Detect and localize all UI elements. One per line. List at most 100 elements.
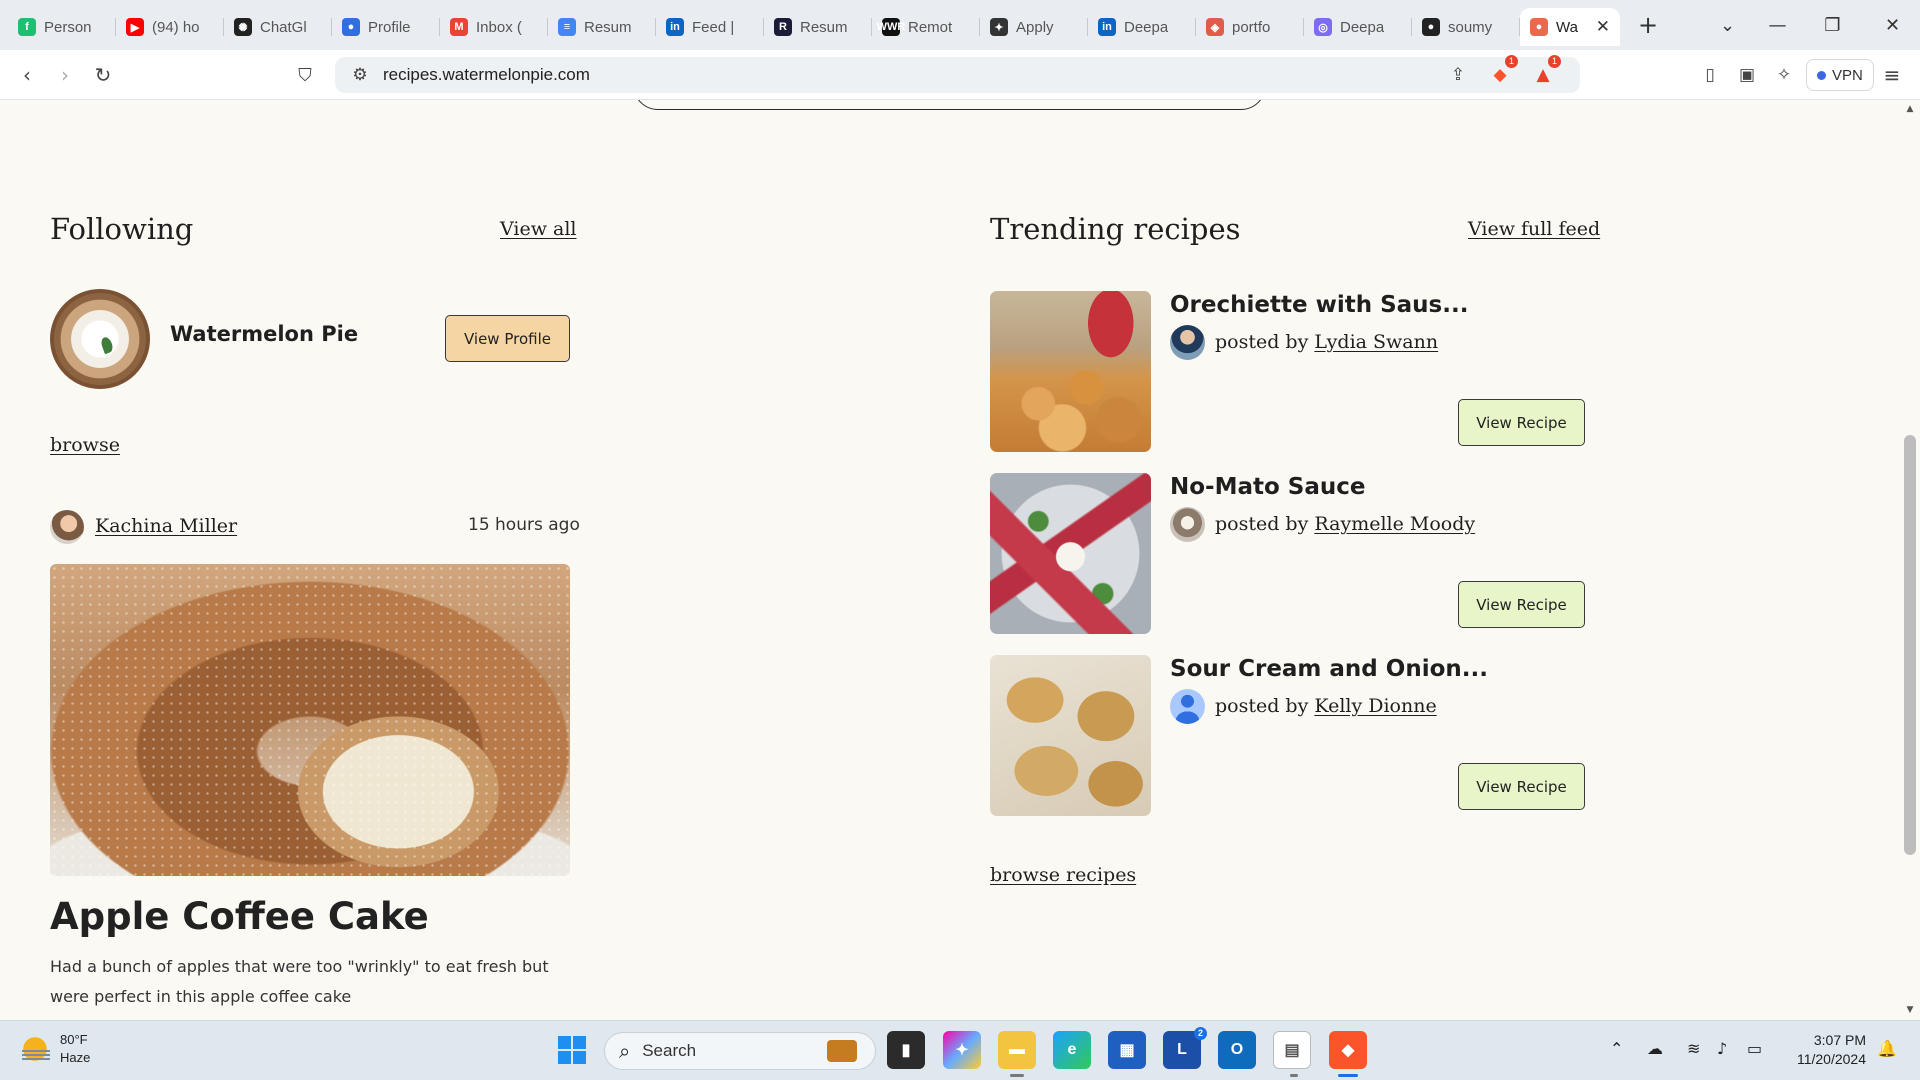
browser-tab[interactable]: ◎ Deepa [1304, 8, 1412, 46]
lens-app-icon[interactable]: L2 [1163, 1027, 1207, 1069]
wallet-icon[interactable]: ▣ [1732, 60, 1762, 90]
close-window-button[interactable]: ✕ [1865, 0, 1920, 50]
tab-title: Feed | [692, 18, 735, 36]
brave-shields-icon[interactable]: ◆ 1 [1485, 55, 1518, 90]
tab-search-chevron-icon[interactable]: ⌄ [1700, 0, 1755, 50]
view-profile-button[interactable]: View Profile [445, 315, 570, 362]
view-recipe-button[interactable]: View Recipe [1458, 763, 1585, 810]
windows-start-icon[interactable] [553, 1031, 591, 1069]
following-profile-name[interactable]: Watermelon Pie [170, 322, 358, 346]
browser-tab[interactable]: ▶ (94) ho [116, 8, 224, 46]
battery-icon[interactable]: ▭ [1747, 1039, 1762, 1058]
onedrive-icon[interactable]: ☁ [1647, 1039, 1663, 1058]
site-settings-icon[interactable]: ⚙ [345, 60, 375, 90]
tab-title: Resum [584, 18, 632, 36]
notepad-icon[interactable]: ▤ [1273, 1031, 1311, 1069]
recipe-author-link[interactable]: Kelly Dionne [1314, 695, 1436, 717]
browse-link[interactable]: browse [50, 434, 120, 456]
fiverr-icon: f [18, 18, 36, 36]
browser-tab[interactable]: M Inbox ( [440, 8, 548, 46]
brave-rewards-icon[interactable]: ▲ 1 [1528, 55, 1561, 90]
post-author-avatar[interactable] [50, 510, 84, 544]
url-text[interactable]: recipes.watermelonpie.com [383, 65, 590, 85]
view-full-feed-link[interactable]: View full feed [1468, 218, 1600, 240]
browse-recipes-link[interactable]: browse recipes [990, 864, 1136, 886]
recipe-title[interactable]: No-Mato Sauce [1170, 474, 1366, 500]
menu-icon[interactable]: ≡ [1877, 60, 1907, 90]
copilot-icon[interactable]: ✦ [943, 1031, 981, 1069]
notification-bell-icon[interactable]: 🔔 [1877, 1039, 1897, 1058]
system-clock[interactable]: 3:07 PM 11/20/2024 [1786, 1031, 1866, 1069]
recipe-thumbnail[interactable] [990, 291, 1151, 452]
trending-recipe-card: Sour Cream and Onion... posted by Kelly … [990, 655, 1590, 817]
browser-tab[interactable]: in Feed | [656, 8, 764, 46]
recipe-title[interactable]: Sour Cream and Onion... [1170, 656, 1488, 682]
recipe-thumbnail[interactable] [990, 473, 1151, 634]
close-tab-icon[interactable]: ✕ [1596, 17, 1610, 37]
scrollbar-thumb[interactable] [1904, 435, 1916, 855]
brave-browser-icon[interactable]: ◆ [1329, 1031, 1367, 1069]
back-icon[interactable]: ‹ [12, 60, 42, 90]
reload-icon[interactable]: ↻ [88, 60, 118, 90]
show-hidden-icons-chevron[interactable]: ⌃ [1610, 1039, 1623, 1058]
post-title[interactable]: Apple Coffee Cake [50, 895, 429, 938]
new-tab-button[interactable]: + [1630, 11, 1666, 39]
view-recipe-button[interactable]: View Recipe [1458, 399, 1585, 446]
browser-tab[interactable]: f Person [8, 8, 116, 46]
view-all-link[interactable]: View all [500, 218, 577, 240]
app-badge: 2 [1193, 1027, 1207, 1040]
wifi-icon[interactable]: ≋ [1687, 1039, 1700, 1058]
weather-text: 80°F Haze [60, 1031, 90, 1067]
outlook-icon[interactable]: O [1218, 1031, 1256, 1069]
browser-tab[interactable]: ● soumy [1412, 8, 1520, 46]
recipe-thumbnail[interactable] [990, 655, 1151, 816]
minimize-button[interactable]: — [1750, 0, 1805, 50]
watermelon-pie-avatar[interactable] [50, 289, 150, 389]
scroll-up-icon[interactable]: ▲ [1904, 104, 1916, 114]
recipe-author-avatar[interactable] [1170, 325, 1205, 360]
browser-tab[interactable]: ✺ ChatGl [224, 8, 332, 46]
forward-icon[interactable]: › [50, 60, 80, 90]
active-app-indicator [1338, 1074, 1358, 1077]
recipe-author-link[interactable]: Raymelle Moody [1314, 513, 1475, 535]
browser-tab[interactable]: R Resum [764, 8, 872, 46]
share-icon[interactable]: ⇪ [1443, 60, 1473, 90]
post-author-link[interactable]: Kachina Miller [95, 515, 237, 537]
running-indicator [1010, 1074, 1024, 1077]
recipe-author-link[interactable]: Lydia Swann [1314, 331, 1438, 353]
browser-tab[interactable]: ◈ portfo [1196, 8, 1304, 46]
recipe-author-avatar[interactable] [1170, 507, 1205, 542]
microsoft-store-icon[interactable]: ▦ [1108, 1031, 1146, 1069]
page-scrollbar[interactable]: ▲ ▼ [1900, 100, 1920, 1019]
recipe-byline: posted by Kelly Dionne [1215, 695, 1437, 717]
post-image[interactable] [50, 564, 570, 876]
browser-tab[interactable]: ● Profile [332, 8, 440, 46]
bookmark-icon[interactable]: ⛉ [290, 60, 320, 90]
address-bar[interactable]: ⚙ recipes.watermelonpie.com ⇪ ◆ 1 ▲ 1 [335, 55, 1580, 93]
browser-tab[interactable]: ✦ Apply [980, 8, 1088, 46]
remote-icon: WWR [877, 18, 905, 36]
recipe-title[interactable]: Orechiette with Saus... [1170, 292, 1468, 318]
volume-icon[interactable]: ♪ [1717, 1039, 1727, 1058]
task-view-icon[interactable]: ▮ [887, 1031, 925, 1069]
edge-icon[interactable]: e [1053, 1031, 1091, 1069]
mint-leaf-icon [99, 335, 115, 355]
leo-ai-icon[interactable]: ✧ [1769, 60, 1799, 90]
browser-tab-strip: f Person ▶ (94) ho ✺ ChatGl ● Profile M Inbox (≡ R… [0, 0, 1920, 50]
view-recipe-button[interactable]: View Recipe [1458, 581, 1585, 628]
browser-tab[interactable]: in Deepa [1088, 8, 1196, 46]
sidebar-icon[interactable]: ▯ [1695, 60, 1725, 90]
browser-tab[interactable]: ● Wa ✕ [1520, 8, 1620, 46]
tab-title: Profile [368, 18, 411, 36]
weather-widget[interactable]: 80°F Haze [20, 1031, 90, 1067]
trending-heading: Trending recipes [990, 212, 1241, 246]
file-explorer-icon[interactable]: ▬ [998, 1031, 1036, 1069]
vpn-button[interactable]: VPN [1806, 59, 1874, 91]
browser-tab[interactable]: ≡ Resum [548, 8, 656, 46]
site-search-box[interactable] [633, 100, 1266, 110]
browser-tab[interactable]: WWR Remot [872, 8, 980, 46]
restore-button[interactable]: ❐ [1805, 0, 1860, 50]
taskbar-search[interactable]: ⌕ Search [604, 1032, 876, 1070]
recipe-author-avatar[interactable] [1170, 689, 1205, 724]
scroll-down-icon[interactable]: ▼ [1904, 1005, 1916, 1015]
